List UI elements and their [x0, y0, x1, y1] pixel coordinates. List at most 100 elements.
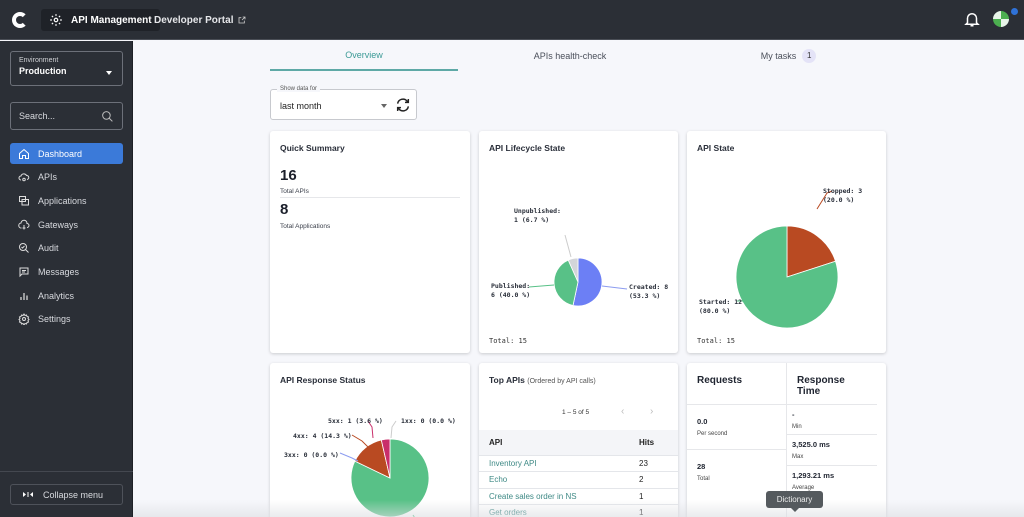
search-icon	[102, 110, 113, 122]
sidebar-item-label: Gateways	[38, 219, 79, 230]
tab-overview[interactable]: Overview	[270, 41, 458, 71]
refresh-icon[interactable]	[395, 97, 411, 113]
label-4xx: 4xx: 4 (14.3 %)	[293, 432, 352, 440]
tab-label: Overview	[345, 50, 383, 60]
label-created-pct: (53.3 %)	[629, 292, 660, 300]
search-input[interactable]: Search...	[10, 102, 123, 130]
total-requests-label: Total	[697, 476, 710, 482]
label-unpublished-pct: 1 (6.7 %)	[514, 216, 549, 224]
top-apis-title: Top APIs	[489, 375, 525, 385]
tab-my-tasks[interactable]: My tasks 1	[690, 41, 887, 71]
per-second-value: 0.0	[697, 417, 708, 426]
sidebar-item-analytics[interactable]: Analytics	[10, 285, 123, 306]
label-3xx: 3xx: 0 (0.0 %)	[284, 451, 339, 459]
external-link-icon	[239, 16, 246, 24]
environment-value: Production	[19, 66, 67, 76]
sidebar-item-label: Applications	[38, 195, 87, 206]
sidebar-item-label: Dashboard	[38, 148, 83, 159]
max-value: 3,525.0 ms	[792, 440, 830, 449]
filter-value: last month	[280, 101, 322, 111]
sidebar-item-gateways[interactable]: Gateways	[10, 214, 123, 235]
caret-down-icon	[381, 104, 387, 108]
table-row: Create sales order in NS 1	[479, 488, 678, 505]
leader-line-3xx	[339, 452, 359, 462]
sidebar-item-audit[interactable]: Audit	[10, 238, 123, 259]
chevron-left-icon[interactable]: ‹	[621, 406, 624, 417]
home-icon	[19, 148, 29, 159]
bar-chart-icon	[20, 292, 28, 300]
api-management-label: API Management	[71, 14, 152, 26]
table-row: Get orders 1	[479, 504, 678, 517]
average-block: 1,293.21 ms Average	[787, 466, 877, 491]
api-state-card: API State Stopped: 3 (20.0 %) Started: 1…	[687, 131, 886, 353]
show-data-for-select[interactable]: Show data for last month	[270, 86, 417, 120]
sidebar-item-applications[interactable]: Applications	[10, 190, 123, 211]
api-management-tab[interactable]: API Management	[41, 9, 160, 31]
collapse-menu-label: Collapse menu	[43, 489, 104, 500]
tab-apis-health-check[interactable]: APIs health-check	[480, 41, 660, 71]
dashboard-tabs: Overview APIs health-check My tasks 1	[270, 41, 887, 71]
api-response-status-card: API Response Status 5xx: 1 (3.6 %) 1xx: …	[270, 363, 470, 517]
label-started-pct: (80.0 %)	[699, 307, 730, 315]
total-applications-label: Total Applications	[280, 223, 331, 230]
sidebar-item-messages[interactable]: Messages	[10, 261, 123, 282]
label-started: Started: 12	[699, 298, 742, 306]
bell-icon[interactable]	[963, 10, 981, 28]
lifecycle-pie-chart: Created: 8 (53.3 %) Published: 6 (40.0 %…	[491, 207, 668, 307]
table-row: Echo 2	[479, 471, 678, 489]
label-stopped: Stopped: 3	[823, 187, 862, 195]
total-requests-block: 28 Total	[687, 450, 786, 482]
search-check-icon	[19, 243, 29, 254]
leader-line-4xx	[351, 434, 369, 448]
gear-icon	[50, 14, 62, 26]
min-value: -	[792, 410, 795, 419]
sidebar-item-label: APIs	[38, 172, 58, 183]
developer-portal-label: Developer Portal	[154, 14, 234, 26]
sidebar-item-settings[interactable]: Settings	[10, 309, 123, 330]
environment-select[interactable]: Environment Production	[10, 51, 123, 86]
cloud-upload-icon	[18, 219, 30, 230]
developer-portal-link[interactable]: Developer Portal	[154, 9, 246, 31]
api-link[interactable]: Create sales order in NS	[479, 488, 629, 505]
min-label: Min	[792, 424, 802, 430]
card-title: Quick Summary	[280, 143, 345, 153]
top-apis-subtitle: (Ordered by API calls)	[527, 378, 596, 385]
avatar[interactable]	[993, 11, 1009, 27]
api-link[interactable]: Inventory API	[479, 455, 629, 472]
logo-icon[interactable]	[12, 12, 28, 28]
card-title: API Lifecycle State	[489, 143, 566, 153]
average-value: 1,293.21 ms	[792, 471, 835, 480]
total-label: Total: 15	[489, 337, 527, 345]
cloud-gear-icon	[18, 173, 30, 182]
filter-legend: Show data for	[277, 86, 321, 92]
tab-label: APIs health-check	[533, 51, 607, 61]
table-header-row: API Hits	[479, 430, 678, 456]
column-header-api[interactable]: API	[479, 430, 629, 456]
requests-title: Requests	[687, 363, 786, 405]
leader-line-created	[601, 285, 628, 290]
hits-value: 23	[629, 455, 678, 472]
response-time-title: Response Time	[787, 363, 877, 405]
hits-value: 2	[629, 471, 678, 489]
column-header-hits[interactable]: Hits	[629, 430, 678, 456]
message-icon	[19, 267, 29, 278]
label-1xx: 1xx: 0 (0.0 %)	[401, 417, 456, 425]
collapse-menu-button[interactable]: Collapse menu	[10, 484, 123, 505]
label-unpublished: Unpublished:	[514, 207, 561, 215]
api-link[interactable]: Echo	[479, 471, 629, 489]
chevron-right-icon[interactable]: ›	[650, 406, 653, 417]
sidebar-item-dashboard[interactable]: Dashboard	[10, 143, 123, 164]
sidebar-item-apis[interactable]: APIs	[10, 167, 123, 188]
per-second-block: 0.0 Per second	[687, 405, 786, 450]
sidebar-nav: Dashboard APIs Applications Gateways Aud…	[10, 143, 123, 333]
min-block: - Min	[787, 405, 877, 435]
total-requests-value: 28	[697, 462, 706, 471]
collapse-icon	[23, 492, 33, 497]
per-second-label: Per second	[697, 431, 728, 437]
card-title: API State	[697, 143, 735, 153]
api-link[interactable]: Get orders	[479, 504, 629, 517]
top-apis-table: API Hits Inventory API 23 Echo 2 Create …	[479, 430, 678, 517]
top-bar: API Management Developer Portal	[0, 0, 1024, 40]
total-applications-value: 8	[280, 201, 289, 218]
sidebar-item-label: Analytics	[38, 290, 75, 301]
